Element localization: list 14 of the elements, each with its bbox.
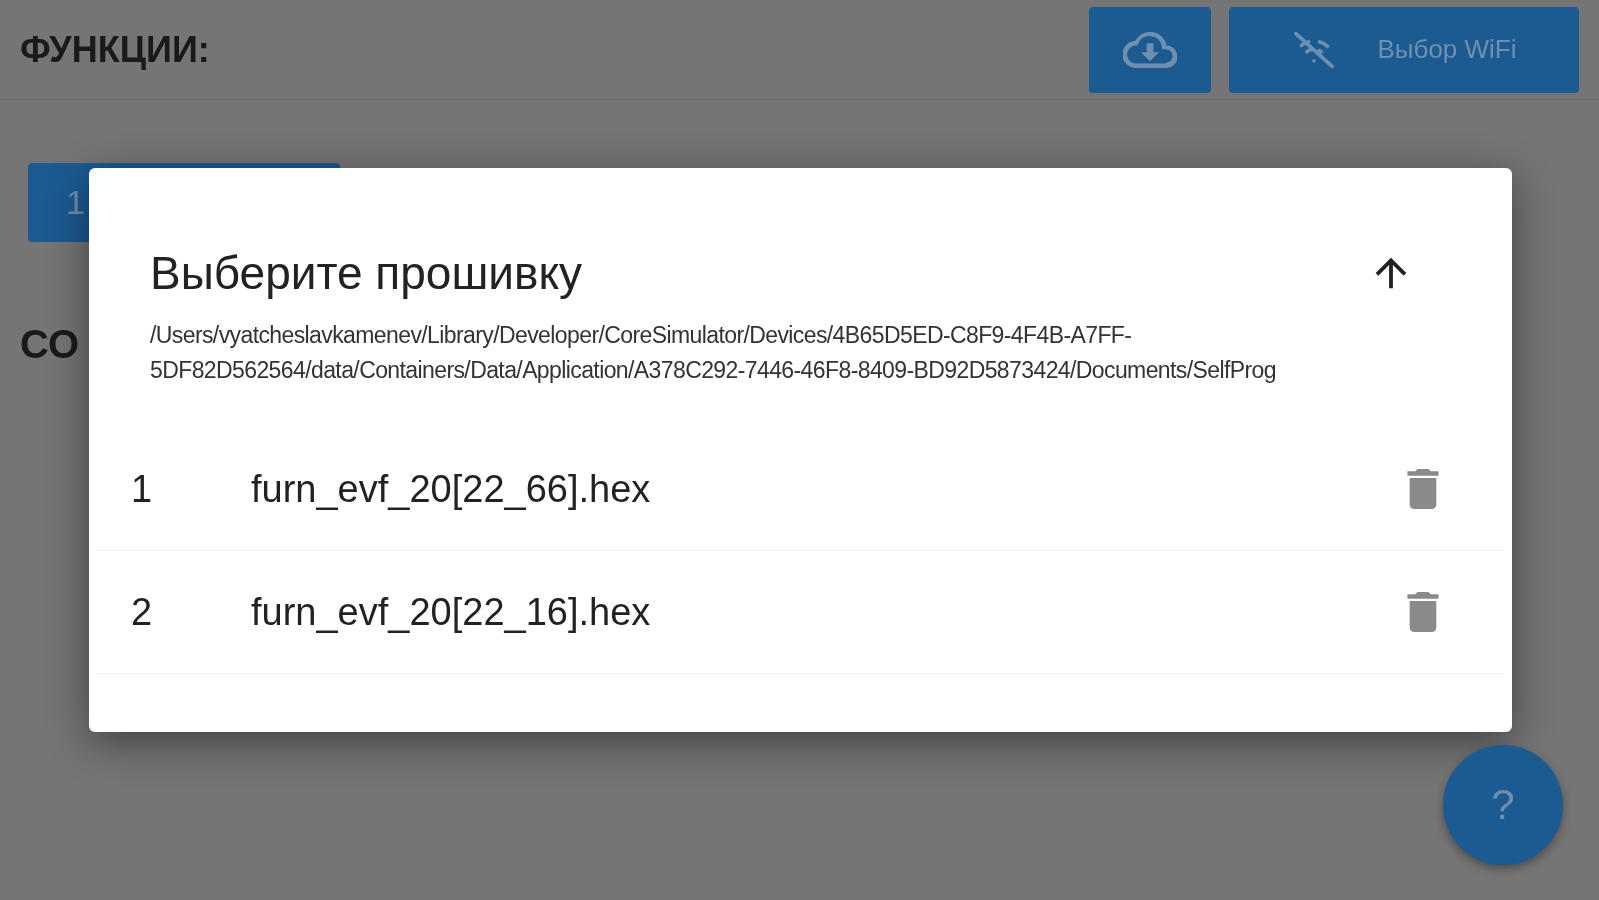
file-index: 2 [131, 590, 154, 634]
dialog-title: Выберите прошивку [150, 246, 583, 300]
folder-path: /Users/vyatcheslavkamenev/Library/Developer/CoreSimulator/Devices/4B65D5ED-C8F9-4F4B-A7FF-5DF82D562564/data/Containers/Data/Application/A378C292-7446-46F8-8409-BD92D5873424/Documents/SelfProg [149, 321, 1277, 385]
file-index: 1 [131, 467, 154, 511]
file-name: furn_evf_20[22_66].hex [251, 467, 652, 511]
section-heading: СО [20, 322, 79, 367]
trash-icon[interactable] [1407, 469, 1439, 509]
cloud-download-icon [1123, 31, 1177, 68]
file-row[interactable]: 1 furn_evf_20[22_66].hex [97, 428, 1504, 551]
file-name: furn_evf_20[22_16].hex [251, 590, 652, 634]
trash-icon[interactable] [1407, 592, 1439, 632]
upload-button[interactable] [1089, 6, 1211, 93]
page-heading: ФУНКЦИИ: [20, 28, 211, 71]
file-row[interactable]: 2 furn_evf_20[22_16].hex [97, 551, 1504, 674]
